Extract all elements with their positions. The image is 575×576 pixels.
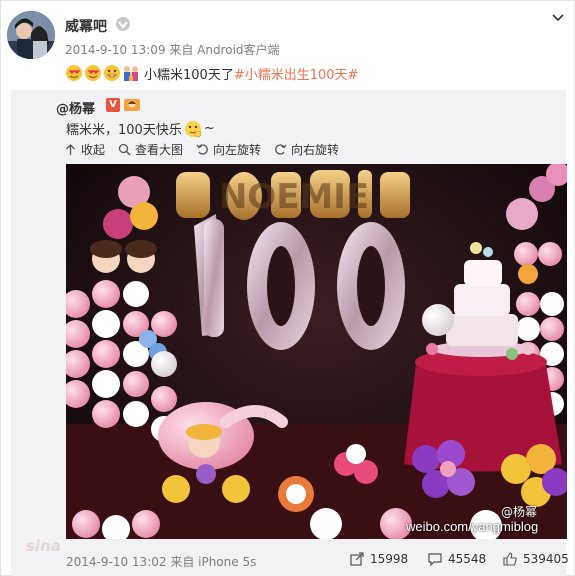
repost-author[interactable]: @杨幂 [56, 98, 95, 117]
magnifier-icon [118, 143, 131, 156]
party-photo[interactable]: NOEMIE [66, 164, 567, 539]
repost-text-suffix: ~ [203, 121, 215, 136]
author-name[interactable]: 威冪吧 [65, 16, 107, 36]
watermark-url: weibo.com/yangmiblog [406, 519, 539, 534]
arrow-up-icon [66, 143, 75, 155]
heart-face-icon [66, 65, 82, 81]
watermark-name: @杨幂 [501, 505, 538, 519]
share-icon [350, 552, 364, 566]
comment-count-button[interactable]: 45548 [428, 552, 486, 566]
topic-link[interactable]: #小糯米出生100天# [234, 64, 359, 83]
collapse-button[interactable]: 收起 [64, 141, 105, 158]
chevron-down-icon[interactable] [550, 10, 566, 26]
rotate-left-button[interactable]: 向左旋转 [196, 141, 261, 158]
family-icon [124, 66, 138, 81]
rotate-left-icon [196, 143, 208, 155]
site-watermark: sina [26, 537, 61, 555]
thumbs-up-icon [503, 552, 517, 566]
comment-icon [428, 553, 442, 566]
repost-text: 糯米米，100天快乐 [66, 123, 182, 138]
rotate-right-icon [275, 143, 287, 155]
weibo-card: 威冪吧 2014-9-10 13:09 来自 Android客户端 小糯米100… [0, 0, 575, 576]
grin-face-icon [104, 65, 120, 81]
avatar[interactable] [7, 11, 55, 59]
thinking-face-icon [184, 120, 202, 137]
repost-text-line: 糯米米，100天快乐 ~ [66, 119, 215, 138]
heart-face-icon [85, 65, 101, 81]
banner-text: NOEMIE [219, 177, 369, 217]
lady-icon [124, 99, 140, 111]
repost-count-button[interactable]: 15998 [350, 552, 408, 566]
post-text: 小糯米100天了 [144, 67, 234, 83]
rotate-right-button[interactable]: 向右旋转 [274, 141, 339, 158]
post-meta: 2014-9-10 13:09 来自 Android客户端 [65, 43, 280, 57]
like-count-button[interactable]: 539405 [503, 552, 569, 566]
repost-meta: 2014-9-10 13:02 来自 iPhone 5s [66, 555, 257, 569]
member-icon [116, 17, 130, 31]
post-text-line: 小糯米100天了 #小糯米出生100天# [65, 63, 358, 83]
view-large-button[interactable]: 查看大图 [118, 141, 183, 158]
verified-badge: V [106, 98, 120, 112]
photo-toolbar: 收起 查看大图 向左旋转 向右旋转 [64, 140, 352, 158]
